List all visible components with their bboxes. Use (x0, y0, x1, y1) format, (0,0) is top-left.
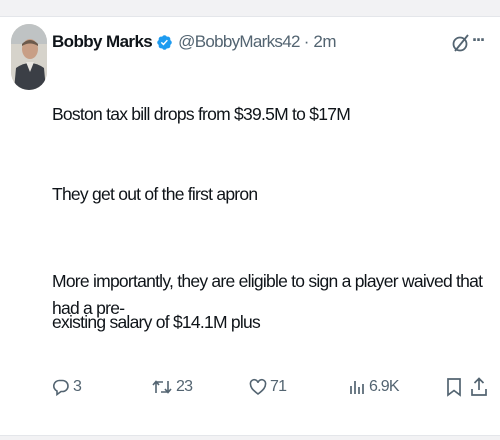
views-count: 6.9K (369, 378, 400, 395)
repost-icon (152, 380, 172, 394)
like-button[interactable]: 71 (249, 375, 287, 399)
repost-button[interactable]: 23 (151, 375, 193, 399)
tweet-text-line-4: existing salary of $14.1M plus (52, 312, 261, 332)
tweet-header: Bobby Marks @BobbyMarks42 · 2m (52, 30, 336, 54)
author-name[interactable]: Bobby Marks (52, 32, 153, 52)
tweet-text-line-2: They get out of the first apron (52, 184, 258, 204)
avatar[interactable] (11, 24, 47, 90)
verified-badge-icon (157, 34, 172, 50)
like-icon (249, 378, 267, 396)
bookmark-icon (447, 378, 461, 397)
reply-count: 3 (73, 378, 82, 395)
more-icon[interactable]: ··· (472, 30, 486, 51)
tweet-text-line-1: Boston tax bill drops from $39.5M to $17… (52, 104, 351, 124)
avatar-image (11, 24, 47, 90)
reply-icon (53, 379, 69, 396)
views-button[interactable]: 6.9K (348, 375, 400, 399)
bookmark-button[interactable] (446, 375, 462, 399)
reply-button[interactable]: 3 (52, 375, 82, 399)
repost-count: 23 (176, 378, 193, 395)
grok-icon[interactable] (451, 32, 471, 54)
author-handle[interactable]: @BobbyMarks42 (178, 32, 300, 52)
timestamp[interactable]: 2m (313, 32, 336, 52)
share-button[interactable] (470, 375, 488, 399)
separator-dot: · (303, 32, 310, 51)
like-count: 71 (270, 378, 287, 395)
tweet-card[interactable] (0, 16, 500, 436)
views-icon (350, 381, 364, 394)
share-icon (471, 377, 487, 396)
